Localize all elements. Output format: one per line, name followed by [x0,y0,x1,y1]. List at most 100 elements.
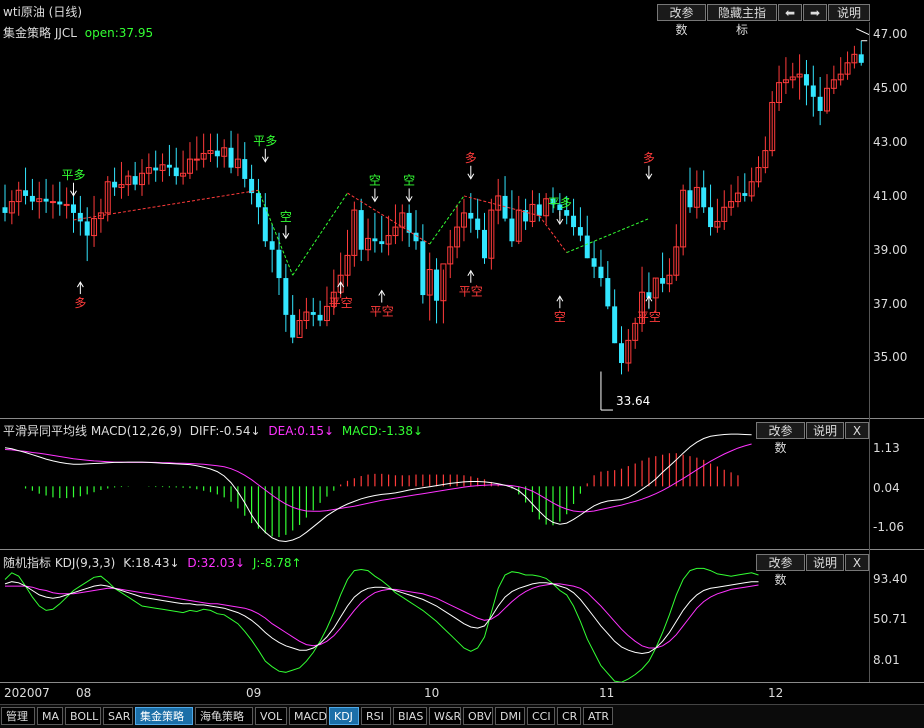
signal-label: 平空 [459,285,483,299]
candle-body [803,74,809,86]
candle-body [43,198,49,202]
candle-body [214,150,220,157]
signal-label: 平空 [329,296,353,310]
candle-body [283,278,289,315]
candle-body [84,221,90,236]
kdj-y-tick: 8.01 [873,653,900,667]
tab-vol[interactable]: VOL [255,707,287,725]
signal-label: 多 [465,151,477,165]
tab-rsi[interactable]: RSI [361,707,391,725]
y-tick: 37.00 [873,297,908,311]
candle-body [269,241,275,250]
candle-body [372,238,378,242]
candle-body [63,203,70,206]
candle-body [564,210,570,216]
y-tick: 47.00 [873,27,908,41]
candle-body [49,201,56,204]
candle-body [858,54,864,63]
diff-line [4,433,752,543]
axis-divider [869,22,870,682]
tab-wr[interactable]: W&R [429,707,461,725]
low-price-label: 33.64 [616,394,650,408]
candle-body [536,204,542,216]
long-trend-line [463,195,540,217]
signal-label: 平空 [370,305,394,319]
candle-body [57,201,63,205]
candle-body [434,269,440,301]
candle-body [509,218,515,242]
candle-body [317,314,323,321]
candle-body [708,207,714,228]
tab-macd[interactable]: MACD [289,707,327,725]
tab-turtle[interactable]: 海龟策略 [195,707,253,725]
candle-body [420,241,426,296]
signal-label: 平多 [61,168,85,182]
candle-body [153,167,159,171]
indicator-tab-bar: 管理 MA BOLL SAR 集金策略 海龟策略 VOL MACD KDJ RS… [0,704,924,728]
tab-cci[interactable]: CCI [527,707,555,725]
tab-bias[interactable]: BIAS [393,707,427,725]
candle-body [612,306,618,344]
candle-body [166,164,172,168]
candle-body [468,212,474,219]
macd-y-tick: -1.06 [873,520,905,534]
candle-body [475,218,481,230]
tab-obv[interactable]: OBV [463,707,493,725]
kdj-k-line [4,581,759,655]
y-tick: 45.00 [873,81,908,95]
signal-label: 空 [280,210,292,224]
candle-body [173,167,179,177]
y-tick: 41.00 [873,189,908,203]
tab-atr[interactable]: ATR [583,707,613,725]
candle-body [29,195,35,202]
tab-sar[interactable]: SAR [103,707,133,725]
candle-body [358,210,364,250]
short-trend-line [429,195,465,245]
tab-cr[interactable]: CR [557,707,581,725]
signal-label: 多 [643,151,655,165]
pane-divider [0,682,924,683]
tab-manage[interactable]: 管理 [1,707,35,725]
candle-body [242,159,248,179]
candle-body [290,314,296,338]
kdj-y-tick: 93.40 [873,572,908,586]
candle-body [660,278,666,284]
y-tick: 43.00 [873,135,908,149]
x-axis-label: 11 [599,686,615,700]
candle-body [193,158,200,161]
candle-body [482,229,487,259]
x-axis-label: 202007 [4,686,50,700]
signal-label: 平空 [637,310,661,324]
macd-y-tick: 0.04 [873,481,900,495]
y-tick: 39.00 [873,243,908,257]
tab-dmi[interactable]: DMI [495,707,525,725]
signal-label: 空 [554,310,566,324]
candle-body [77,212,83,222]
candle-body [577,227,583,236]
candle-body [701,187,707,208]
high-marker-line [856,28,870,36]
tab-jjcl[interactable]: 集金策略 [135,707,193,725]
candle-body [132,176,138,185]
tab-ma[interactable]: MA [37,707,63,725]
kdj-chart [4,567,759,682]
long-trend-line [538,215,568,253]
candle-body [605,278,611,307]
candle-body [262,207,268,242]
candle-body [71,204,76,213]
candle-body [228,147,234,168]
candle-body [619,343,624,364]
tab-kdj[interactable]: KDJ [329,707,359,725]
signal-label: 平多 [548,196,572,210]
candle-body [310,312,316,315]
candle-body [379,241,385,245]
candle-body [810,85,816,97]
signal-label: 空 [369,173,381,187]
macd-y-tick: 1.13 [873,441,900,455]
x-axis-label: 09 [246,686,262,700]
x-axis-label: 12 [768,686,784,700]
signal-label: 空 [403,173,415,187]
tab-boll[interactable]: BOLL [65,707,101,725]
x-axis-label: 10 [424,686,440,700]
candle-body [571,215,577,228]
